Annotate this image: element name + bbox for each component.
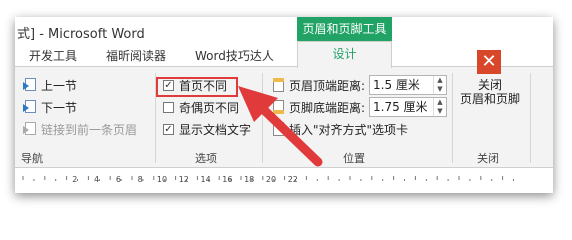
arrow-shaft [257,103,323,167]
annotation-arrow [238,86,323,167]
